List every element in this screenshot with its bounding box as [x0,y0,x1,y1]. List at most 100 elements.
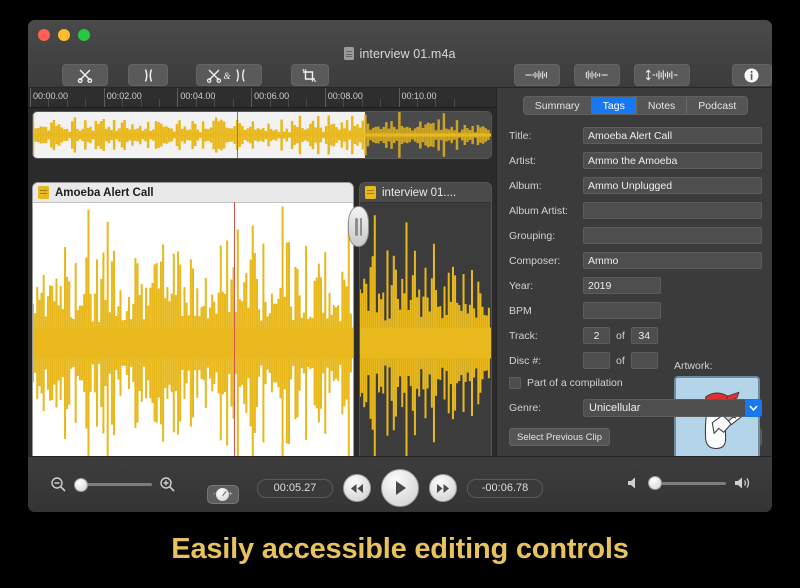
volume-slider-group [626,476,752,490]
fast-forward-icon [436,483,450,494]
overview-playhead[interactable] [237,112,238,158]
disc-number-input[interactable] [583,352,610,369]
tab-summary[interactable]: Summary [524,97,592,114]
tab-podcast[interactable]: Podcast [687,97,747,114]
play-icon [393,480,408,496]
track-label: Track: [509,330,583,342]
ruler-minor-tick [343,99,344,108]
volume-high-icon[interactable] [733,476,752,490]
screenshot-root: interview 01.m4a Remove [0,0,800,588]
volume-slider-knob[interactable] [648,476,662,490]
waveform-overview[interactable] [32,111,492,159]
fade-in-button[interactable] [514,64,560,86]
rewind-icon [350,483,364,494]
ruler-minor-tick [159,99,160,108]
tab-notes[interactable]: Notes [637,97,687,114]
traffic-lights [38,29,90,41]
amoeba-guitarist-artwork [676,378,758,458]
ruler-minor-tick [362,99,363,108]
remaining-time[interactable]: -00:06.78 [467,479,543,498]
inspector-button[interactable] [732,64,772,86]
compilation-checkbox[interactable] [509,377,521,389]
album-artist-label: Album Artist: [509,205,583,217]
select-previous-clip-button[interactable]: Select Previous Clip [509,428,610,446]
remove-button[interactable] [62,64,108,86]
volume-slider[interactable] [648,482,726,485]
artist-input[interactable]: Ammo the Amoeba [583,152,762,169]
title-label: Title: [509,130,583,142]
split-button[interactable] [128,64,168,86]
volume-low-icon[interactable] [626,476,641,490]
ruler-minor-tick [48,99,49,108]
album-input[interactable]: Ammo Unplugged [583,177,762,194]
composer-label: Composer: [509,255,583,267]
clip-waveform[interactable] [33,203,353,483]
inspector-pane: Summary Tags Notes Podcast Title: Amoeba… [496,88,772,512]
title-input[interactable]: Amoeba Alert Call [583,127,762,144]
chevron-down-icon[interactable] [745,399,762,417]
split-brackets-icon [140,68,157,83]
tab-tags[interactable]: Tags [592,97,637,114]
overview-waveform-graphic [33,112,491,158]
field-row-grouping: Grouping: [509,227,762,244]
disc-label: Disc #: [509,355,583,367]
field-row-artist: Artist: Ammo the Amoeba [509,152,762,169]
clip-interview-01[interactable]: interview 01.... [359,182,492,484]
ruler-time-label: 00:06.00 [254,91,289,101]
crop-button[interactable] [291,64,329,86]
elapsed-time[interactable]: 00:05.27 [257,479,333,498]
year-input[interactable]: 2019 [583,277,661,294]
rewind-button[interactable] [343,474,371,502]
genre-select[interactable]: Unicellular [583,399,762,417]
track-number-input[interactable]: 2 [583,327,610,344]
field-row-album-artist: Album Artist: [509,202,762,219]
clip-waveform[interactable] [360,203,491,483]
clip-header: interview 01.... [360,183,491,203]
play-button[interactable] [381,469,419,507]
fade-out-button[interactable] [574,64,620,86]
transport-bar: 00:05.27 [28,456,772,512]
album-artist-input[interactable] [583,202,762,219]
ruler-minor-tick [67,99,68,108]
ruler-minor-tick [270,99,271,108]
genre-label: Genre: [509,402,583,414]
ruler-minor-tick [454,99,455,108]
close-button[interactable] [38,29,50,41]
track-total-input[interactable]: 34 [631,327,658,344]
gain-control[interactable]: - + [207,485,239,504]
grouping-input[interactable] [583,227,762,244]
disc-of-label: of [616,355,625,367]
gain-knob-icon[interactable] [216,488,229,501]
composer-input[interactable]: Ammo [583,252,762,269]
minimize-button[interactable] [58,29,70,41]
grouping-label: Grouping: [509,230,583,242]
field-row-year: Year: 2019 [509,277,762,294]
remove-and-split-button[interactable]: & [196,64,262,86]
bpm-input[interactable] [583,302,661,319]
normalize-button[interactable] [634,64,690,86]
disc-total-input[interactable] [631,352,658,369]
fast-forward-button[interactable] [429,474,457,502]
clip-playhead[interactable] [234,202,235,484]
scissors-and-brackets-icon: & [206,68,252,83]
ruler-time-label: 00:02.00 [107,91,142,101]
clip-amoeba-alert-call[interactable]: Amoeba Alert Call [32,182,354,484]
field-row-album: Album: Ammo Unplugged [509,177,762,194]
ruler-minor-tick [122,99,123,108]
timeline-ruler-top[interactable]: 00:00.0000:02.0000:04.0000:06.0000:08.00… [28,88,496,108]
info-circle-icon [743,67,760,84]
svg-text:&: & [224,71,231,81]
scissors-icon [77,68,94,83]
clip-drag-handle[interactable] [348,206,369,247]
ruler-tick [399,88,400,108]
clip-header: Amoeba Alert Call [33,183,353,203]
normalize-waveform-icon [644,68,680,82]
bpm-label: BPM [509,305,583,317]
artwork-thumbnail[interactable] [674,376,760,460]
document-icon [344,47,354,60]
year-label: Year: [509,280,583,292]
window-titlebar: interview 01.m4a Remove [28,20,772,88]
zoom-button[interactable] [78,29,90,41]
editor-pane: 00:00.0000:02.0000:04.0000:06.0000:08.00… [28,88,496,512]
field-row-composer: Composer: Ammo [509,252,762,269]
